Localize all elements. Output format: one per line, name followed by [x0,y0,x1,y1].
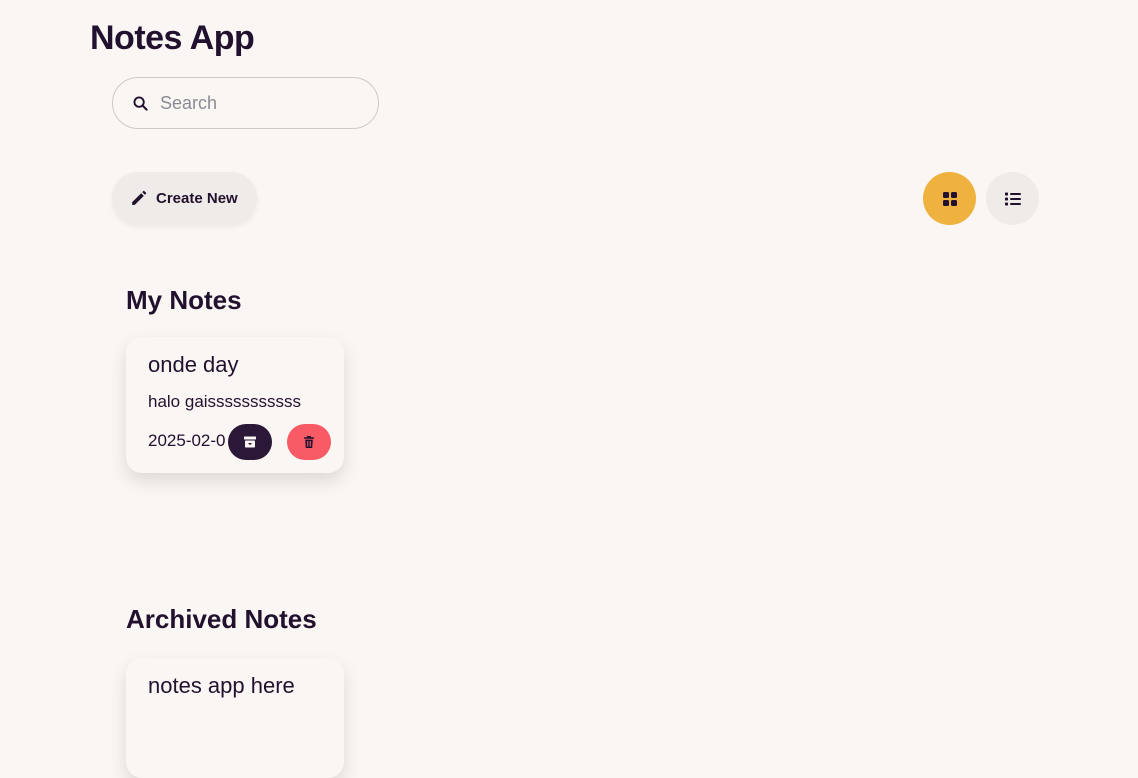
list-icon [1004,192,1021,205]
page-title: Notes App [90,19,255,57]
archive-button[interactable] [228,424,272,460]
note-date: 2025-02-0 [148,431,226,450]
search-box[interactable] [112,77,379,129]
my-notes-heading: My Notes [126,285,242,315]
search-icon [133,95,148,111]
delete-button[interactable] [287,424,331,460]
create-new-label: Create New [156,190,238,207]
pencil-icon [132,190,147,205]
note-body: halo gaisssssssssss [148,392,302,411]
note-title: onde day [148,352,239,377]
note-card[interactable]: onde day halo gaisssssssssss 2025-02-0 [126,337,344,473]
grid-icon [942,191,957,206]
trash-icon [304,436,314,448]
grid-view-button[interactable] [923,172,976,225]
archive-icon [244,436,256,448]
list-view-button[interactable] [986,172,1039,225]
note-card[interactable]: notes app here [126,658,344,778]
search-input[interactable] [158,91,362,115]
archived-notes-heading: Archived Notes [126,604,317,634]
create-new-button[interactable]: Create New [112,172,257,225]
note-title: notes app here [148,673,295,698]
